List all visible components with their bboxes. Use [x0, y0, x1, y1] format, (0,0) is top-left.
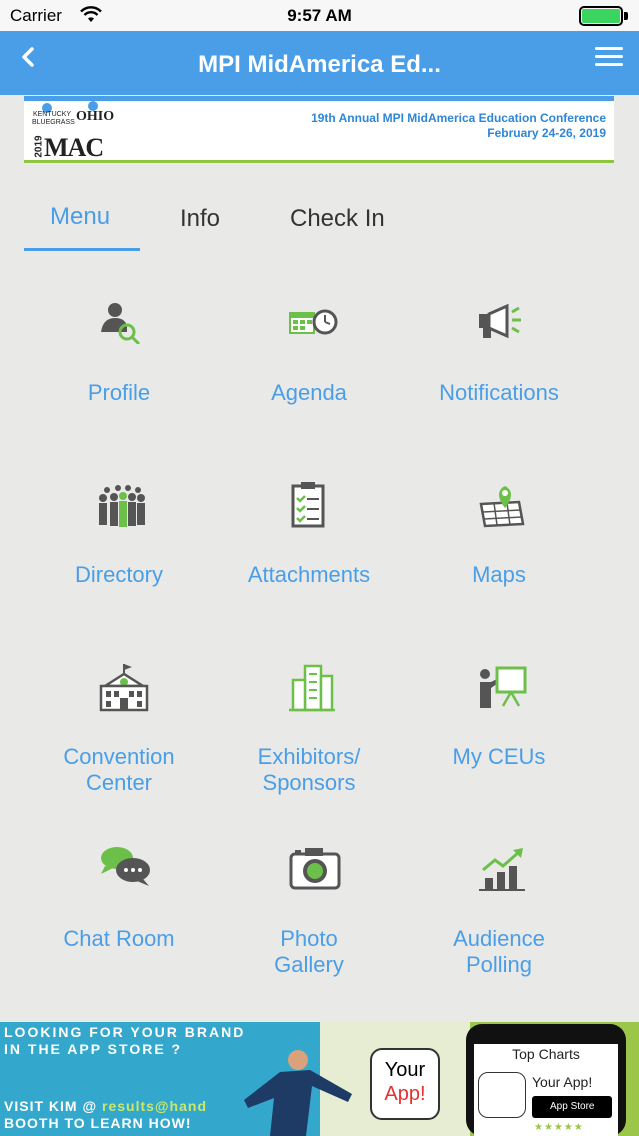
ad-callout: VISIT KIM @ results@hand BOOTH TO LEARN … — [4, 1098, 208, 1131]
status-bar: Carrier 9:57 AM — [0, 0, 639, 31]
menu-item-exhibitors-sponsors[interactable]: Exhibitors/ Sponsors — [214, 664, 404, 795]
people-group-icon — [99, 482, 145, 527]
menu-item-label: My CEUs — [452, 744, 546, 769]
tab-bar: Menu Info Check In — [24, 195, 614, 251]
menu-item-notifications[interactable]: Notifications — [404, 300, 594, 420]
menu-item-label: Directory — [74, 562, 163, 587]
menu-item-label: Convention Center — [63, 744, 175, 795]
menu-item-attachments[interactable]: Attachments — [214, 482, 404, 602]
advertisement-banner[interactable]: LOOKING FOR YOUR BRAND IN THE APP STORE … — [0, 1022, 639, 1136]
megaphone-icon — [479, 300, 523, 344]
clipboard-list-icon — [289, 482, 333, 528]
banner-conference-title: 19th Annual MPI MidAmerica Education Con… — [311, 111, 606, 125]
menu-item-photo-gallery[interactable]: Photo Gallery — [214, 846, 404, 977]
nav-title: MPI MidAmerica Ed... — [198, 51, 441, 78]
menu-item-label: Chat Room — [63, 926, 175, 951]
ad-headline: LOOKING FOR YOUR BRAND IN THE APP STORE … — [4, 1024, 246, 1057]
banner-conference-dates: February 24-26, 2019 — [487, 126, 606, 140]
menu-item-label: Agenda — [271, 380, 347, 405]
menu-item-label: Attachments — [247, 562, 371, 587]
phone-mockup: Top Charts Your App! App Store ★★★★★ — [466, 1024, 626, 1136]
menu-item-label: Maps — [472, 562, 526, 587]
camera-icon — [289, 846, 341, 890]
menu-item-label: Audience Polling — [453, 926, 545, 977]
menu-item-agenda[interactable]: Agenda — [214, 300, 404, 420]
athlete-image — [240, 1038, 360, 1136]
chat-bubbles-icon — [99, 846, 150, 890]
navigation-bar: MPI MidAmerica Ed... — [0, 31, 639, 95]
menu-item-convention-center[interactable]: Convention Center — [24, 664, 214, 795]
bar-chart-trend-icon — [479, 846, 525, 891]
menu-item-my-ceus[interactable]: My CEUs — [404, 664, 594, 794]
tab-info[interactable]: Info — [180, 195, 260, 251]
menu-item-label: Exhibitors/ Sponsors — [257, 744, 361, 795]
tab-menu[interactable]: Menu — [24, 195, 140, 251]
tab-check-in[interactable]: Check In — [290, 195, 410, 251]
hamburger-menu-icon[interactable] — [595, 47, 623, 71]
menu-item-maps[interactable]: Maps — [404, 482, 594, 602]
your-app-badge: Your App! — [370, 1048, 440, 1120]
map-pin-icon — [479, 482, 525, 528]
battery-icon — [579, 6, 629, 26]
city-buildings-icon — [289, 664, 335, 712]
menu-item-profile[interactable]: Profile — [24, 300, 214, 420]
building-clock-icon — [99, 664, 149, 712]
menu-item-label: Profile — [87, 380, 151, 405]
profile-search-icon — [99, 300, 143, 346]
menu-item-label: Photo Gallery — [274, 926, 344, 977]
menu-item-directory[interactable]: Directory — [24, 482, 214, 602]
menu-item-chat-room[interactable]: Chat Room — [24, 846, 214, 976]
clock: 9:57 AM — [287, 6, 352, 25]
presentation-board-icon — [479, 664, 527, 708]
calendar-clock-icon — [289, 300, 338, 344]
mac-logo: KENTUCKY BLUEGRASS OHIO 2019 MAC — [30, 101, 120, 162]
conference-banner: KENTUCKY BLUEGRASS OHIO 2019 MAC 19th An… — [24, 96, 614, 163]
app-store-badge: App Store — [532, 1096, 612, 1118]
menu-item-audience-polling[interactable]: Audience Polling — [404, 846, 594, 977]
menu-item-label: Notifications — [439, 380, 559, 405]
